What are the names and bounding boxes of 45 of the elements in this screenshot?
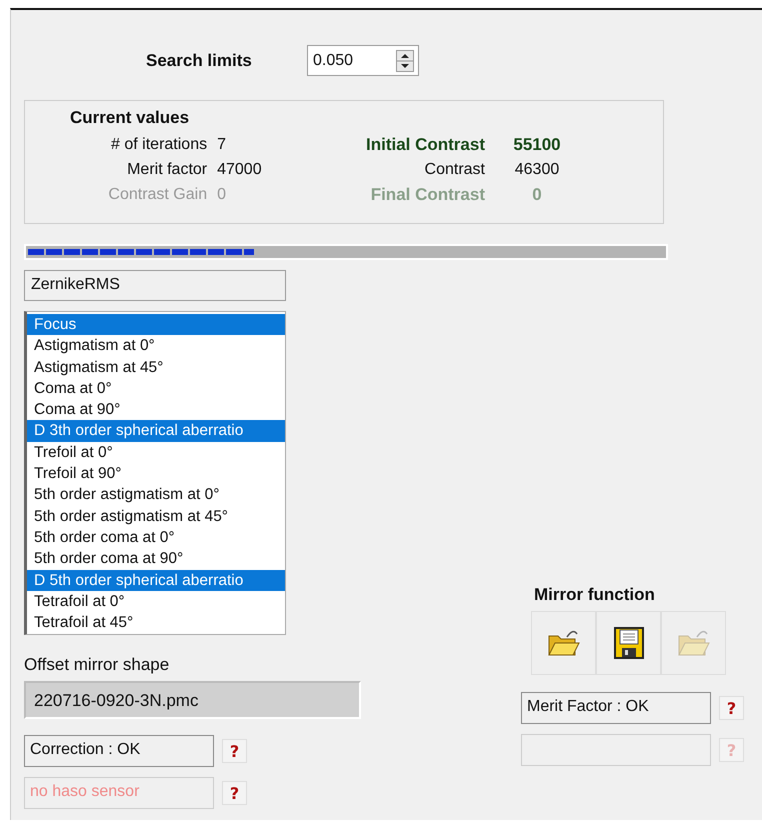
- contrast-label: Initial Contrast: [364, 134, 485, 156]
- mode-item[interactable]: 5th order astigmatism at 45°: [27, 506, 285, 527]
- mode-item[interactable]: D 3th order spherical aberratio: [27, 420, 285, 442]
- search-limits-spinbox[interactable]: 0.050: [307, 45, 419, 76]
- value-text: 7: [217, 135, 228, 155]
- mode-item[interactable]: Trefoil at 0°: [27, 442, 285, 464]
- value-label: Contrast Gain: [107, 185, 208, 205]
- status-field: no haso sensor: [24, 777, 214, 809]
- mode-item[interactable]: Coma at 0°: [27, 378, 285, 400]
- save-button[interactable]: [596, 611, 661, 675]
- value-text: 47000: [217, 160, 263, 180]
- mode-item[interactable]: Trefoil at 90°: [27, 463, 285, 484]
- search-limits-label: Search limits: [146, 50, 253, 70]
- current-values-title: Current values: [70, 108, 190, 128]
- mode-item[interactable]: Focus: [27, 314, 285, 336]
- mode-item[interactable]: Astigmatism at 45°: [27, 356, 285, 378]
- contrast-value: 55100: [512, 134, 562, 156]
- contrast-label: Final Contrast: [370, 184, 485, 206]
- offset-mirror-label: Offset mirror shape: [24, 655, 170, 675]
- offset-mirror-field: 220716-0920-3N.pmc: [24, 681, 361, 719]
- open-folder-button[interactable]: [531, 611, 596, 675]
- mode-item[interactable]: Tetrafoil at 0°: [27, 590, 285, 612]
- value-label: Merit factor: [126, 160, 208, 180]
- status-field: Correction : OK: [24, 735, 214, 767]
- spin-arrows-icon[interactable]: [396, 50, 414, 72]
- help-button[interactable]: ?: [222, 781, 247, 805]
- folder-icon: [676, 628, 710, 658]
- status-field: Merit Factor : OK: [521, 692, 711, 724]
- contrast-label: Contrast: [424, 160, 485, 180]
- mode-item[interactable]: 5th order coma at 90°: [27, 548, 285, 570]
- help-button[interactable]: ?: [719, 696, 744, 720]
- mode-item[interactable]: 5th order astigmatism at 0°: [27, 484, 285, 506]
- contrast-value: 0: [531, 184, 543, 206]
- mode-item[interactable]: Coma at 90°: [27, 399, 285, 420]
- mode-item[interactable]: Astigmatism at 0°: [27, 335, 285, 357]
- help-button[interactable]: ?: [222, 739, 247, 763]
- folder-icon: [546, 628, 580, 658]
- mode-item[interactable]: 5th order coma at 0°: [27, 526, 285, 548]
- contrast-value: 46300: [514, 160, 560, 180]
- value-text: 0: [217, 185, 228, 205]
- mode-field[interactable]: ZernikeRMS: [24, 270, 286, 301]
- mode-item[interactable]: D 5th order spherical aberratio: [27, 570, 285, 591]
- mode-item[interactable]: Tetrafoil at 45°: [27, 612, 285, 634]
- mirror-function-title: Mirror function: [534, 585, 655, 605]
- value-label: # of iterations: [110, 135, 208, 155]
